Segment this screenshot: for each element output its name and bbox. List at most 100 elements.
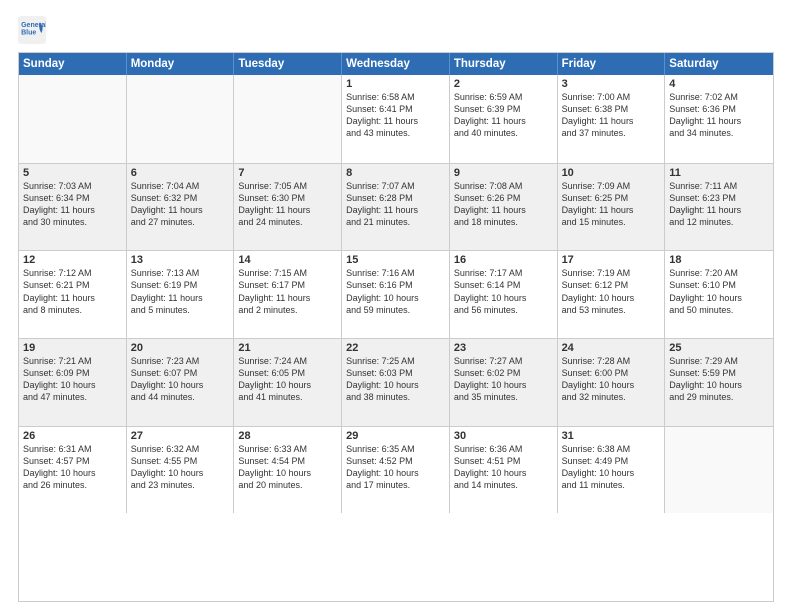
cell-info-line: Sunset: 6:28 PM [346, 192, 445, 204]
calendar-cell-r2c2: 14Sunrise: 7:15 AMSunset: 6:17 PMDayligh… [234, 251, 342, 338]
cell-info-line: Sunrise: 7:04 AM [131, 180, 230, 192]
cell-info-line: and 20 minutes. [238, 479, 337, 491]
day-number: 2 [454, 78, 553, 90]
calendar-cell-r4c5: 31Sunrise: 6:38 AMSunset: 4:49 PMDayligh… [558, 427, 666, 514]
calendar-cell-r2c1: 13Sunrise: 7:13 AMSunset: 6:19 PMDayligh… [127, 251, 235, 338]
day-number: 22 [346, 342, 445, 354]
cell-info-line: Daylight: 11 hours [346, 115, 445, 127]
day-number: 20 [131, 342, 230, 354]
day-number: 6 [131, 167, 230, 179]
calendar-cell-r3c2: 21Sunrise: 7:24 AMSunset: 6:05 PMDayligh… [234, 339, 342, 426]
calendar-cell-r0c4: 2Sunrise: 6:59 AMSunset: 6:39 PMDaylight… [450, 75, 558, 163]
cell-info-line: Sunset: 6:17 PM [238, 279, 337, 291]
calendar-cell-r4c0: 26Sunrise: 6:31 AMSunset: 4:57 PMDayligh… [19, 427, 127, 514]
cell-info-line: Sunset: 6:00 PM [562, 367, 661, 379]
cell-info-line: Sunrise: 7:12 AM [23, 267, 122, 279]
cell-info-line: Daylight: 11 hours [669, 204, 769, 216]
cell-info-line: Sunrise: 7:15 AM [238, 267, 337, 279]
cell-info-line: Sunset: 6:23 PM [669, 192, 769, 204]
logo-icon: General Blue [18, 16, 46, 44]
calendar-row-4: 26Sunrise: 6:31 AMSunset: 4:57 PMDayligh… [19, 426, 773, 514]
cell-info-line: Sunset: 6:34 PM [23, 192, 122, 204]
cell-info-line: Daylight: 11 hours [238, 292, 337, 304]
calendar-cell-r1c1: 6Sunrise: 7:04 AMSunset: 6:32 PMDaylight… [127, 164, 235, 251]
header: General Blue [18, 16, 774, 44]
cell-info-line: Daylight: 10 hours [562, 379, 661, 391]
cell-info-line: Sunrise: 7:23 AM [131, 355, 230, 367]
cell-info-line: Sunrise: 6:58 AM [346, 91, 445, 103]
cell-info-line: Sunset: 6:12 PM [562, 279, 661, 291]
header-day-wednesday: Wednesday [342, 53, 450, 75]
cell-info-line: Daylight: 10 hours [454, 379, 553, 391]
day-number: 8 [346, 167, 445, 179]
cell-info-line: Sunset: 6:21 PM [23, 279, 122, 291]
cell-info-line: Sunset: 6:09 PM [23, 367, 122, 379]
cell-info-line: Daylight: 11 hours [23, 204, 122, 216]
cell-info-line: Sunrise: 7:13 AM [131, 267, 230, 279]
calendar-cell-r1c4: 9Sunrise: 7:08 AMSunset: 6:26 PMDaylight… [450, 164, 558, 251]
cell-info-line: Sunrise: 6:32 AM [131, 443, 230, 455]
day-number: 30 [454, 430, 553, 442]
cell-info-line: Sunset: 6:41 PM [346, 103, 445, 115]
cell-info-line: Sunrise: 7:21 AM [23, 355, 122, 367]
calendar-cell-r1c2: 7Sunrise: 7:05 AMSunset: 6:30 PMDaylight… [234, 164, 342, 251]
day-number: 11 [669, 167, 769, 179]
cell-info-line: Sunset: 4:54 PM [238, 455, 337, 467]
cell-info-line: Sunset: 6:14 PM [454, 279, 553, 291]
calendar-cell-r1c0: 5Sunrise: 7:03 AMSunset: 6:34 PMDaylight… [19, 164, 127, 251]
day-number: 21 [238, 342, 337, 354]
header-day-thursday: Thursday [450, 53, 558, 75]
calendar-cell-r2c3: 15Sunrise: 7:16 AMSunset: 6:16 PMDayligh… [342, 251, 450, 338]
cell-info-line: Sunrise: 7:19 AM [562, 267, 661, 279]
calendar-cell-r3c3: 22Sunrise: 7:25 AMSunset: 6:03 PMDayligh… [342, 339, 450, 426]
calendar-cell-r2c6: 18Sunrise: 7:20 AMSunset: 6:10 PMDayligh… [665, 251, 773, 338]
cell-info-line: Sunrise: 7:25 AM [346, 355, 445, 367]
cell-info-line: Daylight: 11 hours [131, 204, 230, 216]
cell-info-line: and 23 minutes. [131, 479, 230, 491]
cell-info-line: Sunrise: 7:07 AM [346, 180, 445, 192]
cell-info-line: and 14 minutes. [454, 479, 553, 491]
cell-info-line: Sunset: 5:59 PM [669, 367, 769, 379]
cell-info-line: Sunset: 6:26 PM [454, 192, 553, 204]
cell-info-line: and 26 minutes. [23, 479, 122, 491]
cell-info-line: Daylight: 10 hours [454, 467, 553, 479]
cell-info-line: and 5 minutes. [131, 304, 230, 316]
cell-info-line: Daylight: 11 hours [131, 292, 230, 304]
cell-info-line: Daylight: 11 hours [238, 204, 337, 216]
calendar-cell-r3c4: 23Sunrise: 7:27 AMSunset: 6:02 PMDayligh… [450, 339, 558, 426]
cell-info-line: Sunset: 6:10 PM [669, 279, 769, 291]
day-number: 31 [562, 430, 661, 442]
cell-info-line: Sunset: 4:57 PM [23, 455, 122, 467]
cell-info-line: Sunset: 6:05 PM [238, 367, 337, 379]
cell-info-line: Daylight: 11 hours [454, 115, 553, 127]
cell-info-line: Sunrise: 7:24 AM [238, 355, 337, 367]
cell-info-line: Daylight: 10 hours [346, 292, 445, 304]
cell-info-line: and 44 minutes. [131, 391, 230, 403]
cell-info-line: Daylight: 10 hours [454, 292, 553, 304]
cell-info-line: and 56 minutes. [454, 304, 553, 316]
cell-info-line: and 41 minutes. [238, 391, 337, 403]
calendar-cell-r0c0 [19, 75, 127, 163]
day-number: 13 [131, 254, 230, 266]
calendar-cell-r1c3: 8Sunrise: 7:07 AMSunset: 6:28 PMDaylight… [342, 164, 450, 251]
logo: General Blue [18, 16, 50, 44]
cell-info-line: Daylight: 10 hours [131, 467, 230, 479]
cell-info-line: and 8 minutes. [23, 304, 122, 316]
calendar-row-1: 5Sunrise: 7:03 AMSunset: 6:34 PMDaylight… [19, 163, 773, 251]
calendar-cell-r1c6: 11Sunrise: 7:11 AMSunset: 6:23 PMDayligh… [665, 164, 773, 251]
cell-info-line: and 37 minutes. [562, 127, 661, 139]
cell-info-line: Daylight: 10 hours [669, 379, 769, 391]
calendar-cell-r4c4: 30Sunrise: 6:36 AMSunset: 4:51 PMDayligh… [450, 427, 558, 514]
cell-info-line: and 21 minutes. [346, 216, 445, 228]
cell-info-line: Sunrise: 7:16 AM [346, 267, 445, 279]
calendar-cell-r4c2: 28Sunrise: 6:33 AMSunset: 4:54 PMDayligh… [234, 427, 342, 514]
cell-info-line: Sunset: 6:16 PM [346, 279, 445, 291]
cell-info-line: and 50 minutes. [669, 304, 769, 316]
calendar-cell-r3c5: 24Sunrise: 7:28 AMSunset: 6:00 PMDayligh… [558, 339, 666, 426]
calendar-cell-r2c0: 12Sunrise: 7:12 AMSunset: 6:21 PMDayligh… [19, 251, 127, 338]
day-number: 19 [23, 342, 122, 354]
calendar-cell-r4c1: 27Sunrise: 6:32 AMSunset: 4:55 PMDayligh… [127, 427, 235, 514]
cell-info-line: Sunrise: 7:27 AM [454, 355, 553, 367]
cell-info-line: Sunrise: 7:05 AM [238, 180, 337, 192]
cell-info-line: Sunrise: 7:20 AM [669, 267, 769, 279]
